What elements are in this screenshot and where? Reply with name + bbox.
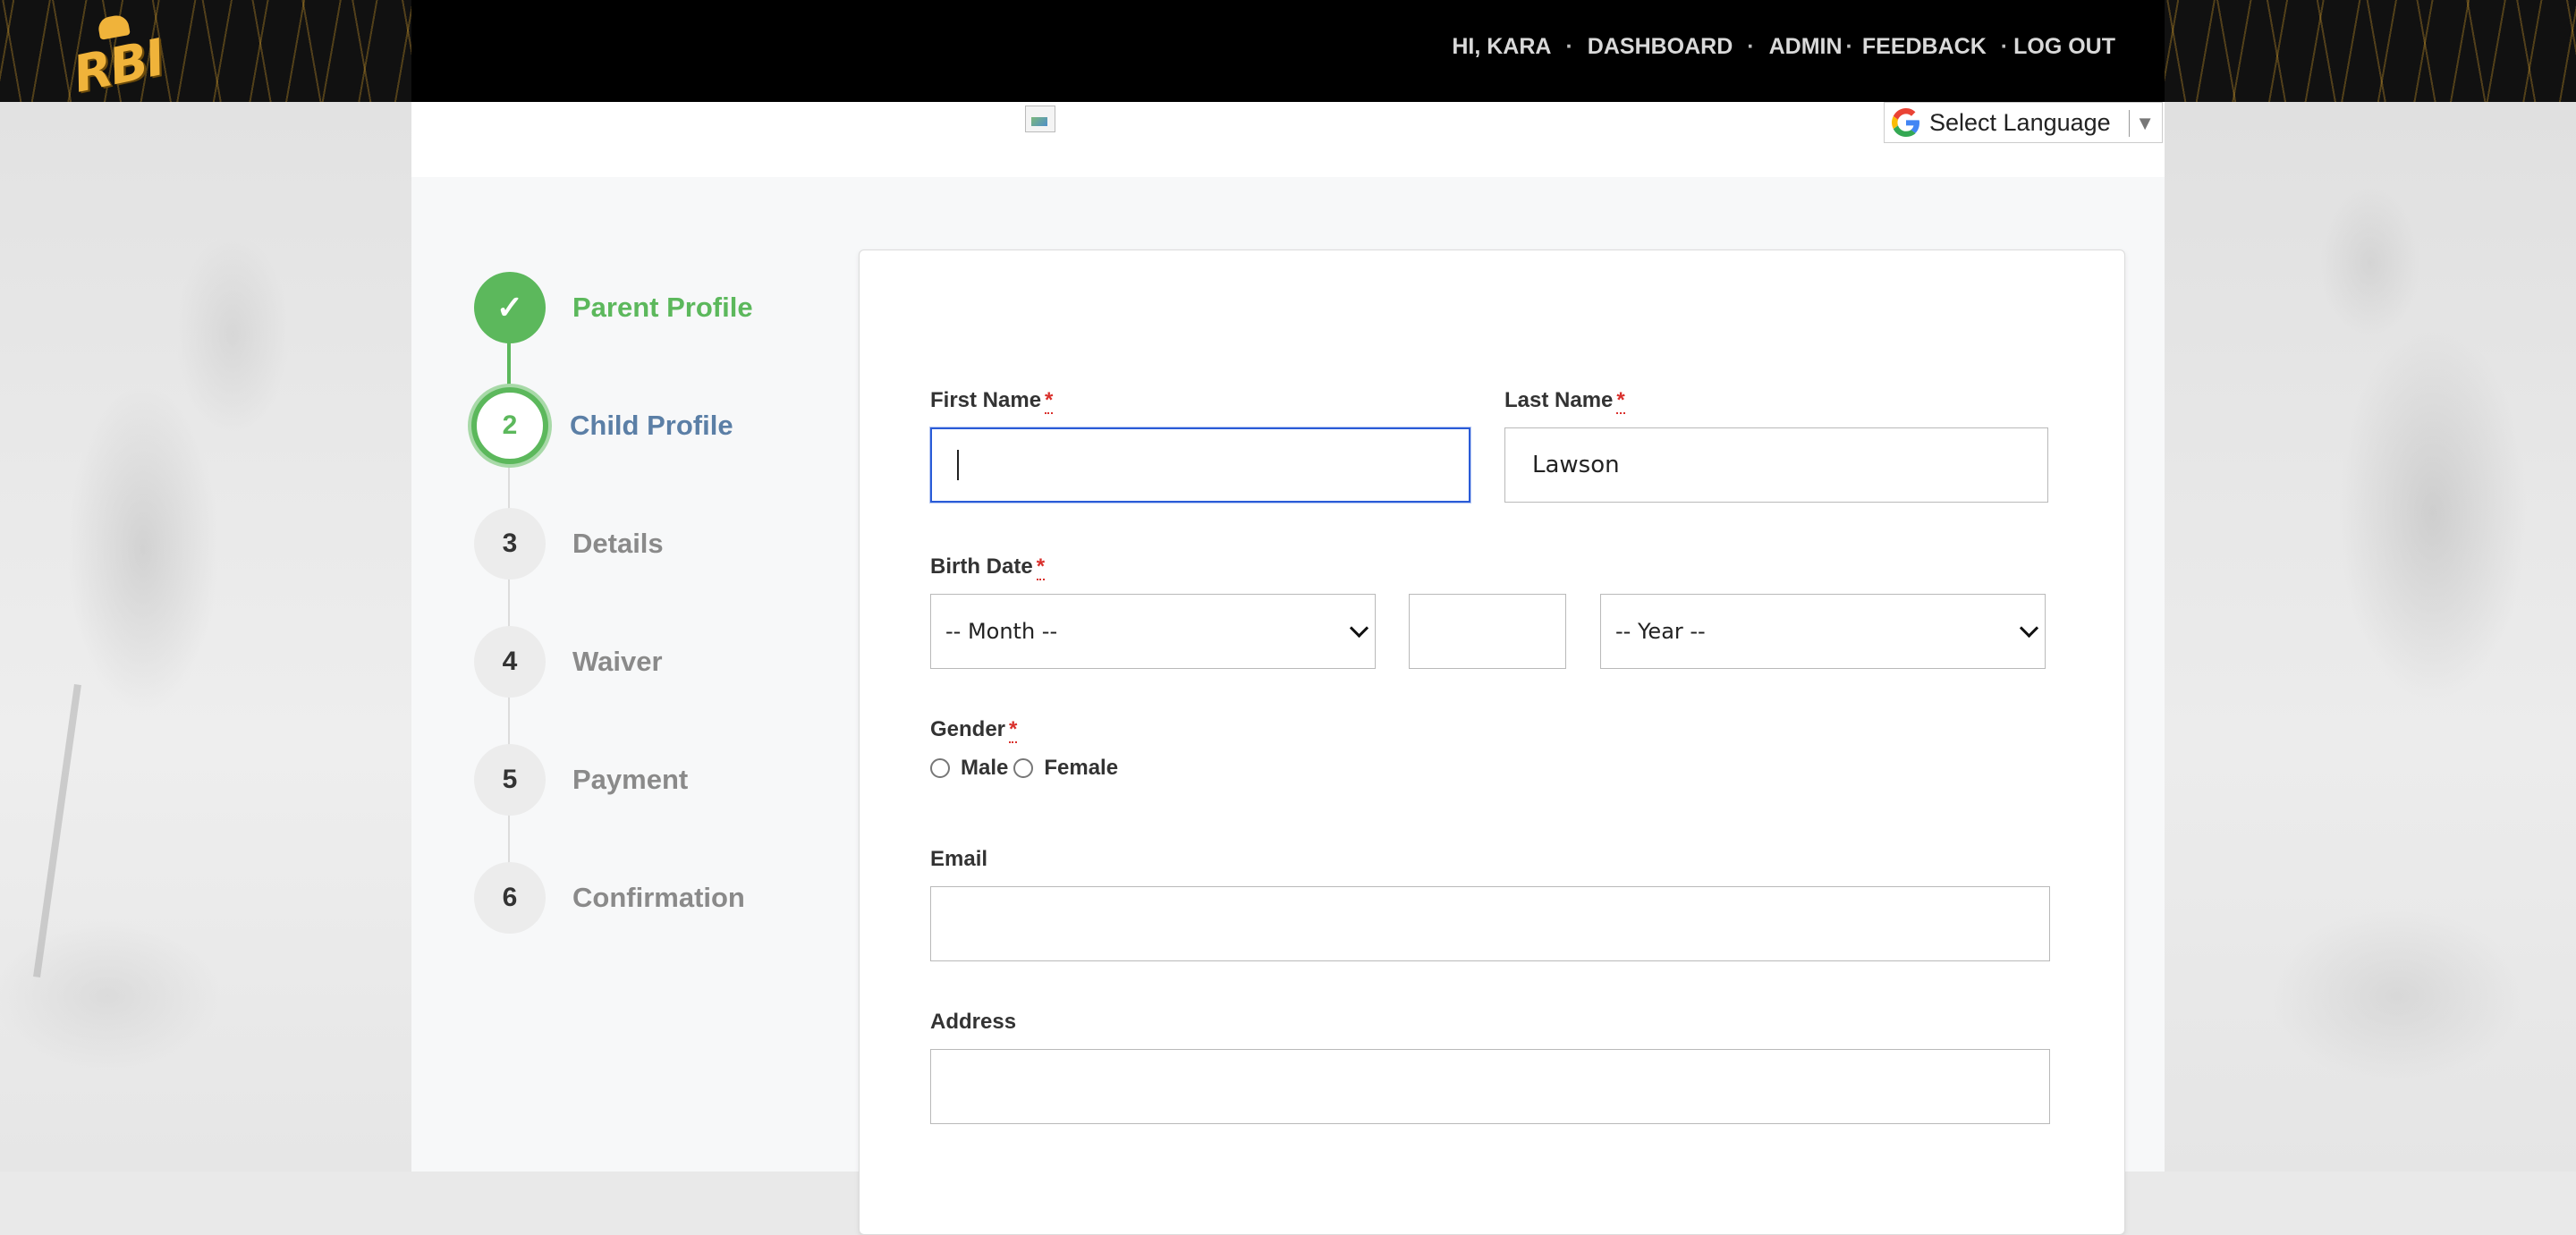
nav-separator: · xyxy=(1845,34,1853,59)
nav-separator: · xyxy=(2000,34,2009,59)
step-details[interactable]: 3 Details xyxy=(474,508,832,579)
chevron-down-icon xyxy=(1349,618,1369,639)
step-parent-profile[interactable]: ✓ Parent Profile xyxy=(474,272,832,343)
step-waiver[interactable]: 4 Waiver xyxy=(474,626,832,698)
nav-greeting[interactable]: HI, KARA xyxy=(1452,34,1551,60)
google-icon xyxy=(1890,106,1922,139)
step-number: 4 xyxy=(474,626,546,698)
language-divider xyxy=(2129,110,2130,137)
gender-female-label[interactable]: Female xyxy=(1044,756,1118,781)
step-child-profile[interactable]: 2 Child Profile xyxy=(471,387,832,464)
user-nav: HI, KARA · DASHBOARD · ADMIN · FEEDBACK … xyxy=(1452,34,2115,60)
nav-feedback-link[interactable]: FEEDBACK xyxy=(1862,34,1987,60)
gender-male-radio[interactable] xyxy=(930,758,950,778)
address-input[interactable] xyxy=(930,1049,2050,1124)
step-label: Parent Profile xyxy=(572,292,753,323)
background-bat xyxy=(33,684,81,977)
year-select-value: -- Year -- xyxy=(1615,619,1706,644)
email-input[interactable] xyxy=(930,886,2050,961)
birth-year-select[interactable]: -- Year -- xyxy=(1600,594,2046,669)
nav-separator: · xyxy=(1565,34,1573,59)
gender-label: Gender * xyxy=(930,717,1018,743)
last-name-value: Lawson xyxy=(1532,452,1620,478)
required-mark: * xyxy=(1009,717,1018,743)
dropdown-arrow-icon: ▼ xyxy=(2135,112,2155,134)
step-number: 2 xyxy=(471,387,548,464)
required-mark: * xyxy=(1036,554,1046,580)
nav-logout-link[interactable]: LOG OUT xyxy=(2013,34,2115,60)
gender-male-label[interactable]: Male xyxy=(961,756,1008,781)
background-image-right xyxy=(2165,102,2576,1172)
navbar-decoration-right xyxy=(2165,0,2576,102)
step-confirmation[interactable]: 6 Confirmation xyxy=(474,862,832,934)
background-image-left xyxy=(0,102,411,1172)
birth-date-label: Birth Date * xyxy=(930,554,1046,580)
language-selector[interactable]: Select Language ▼ xyxy=(1884,102,2163,143)
step-number: 3 xyxy=(474,508,546,579)
text-cursor xyxy=(957,450,959,480)
header-strip: Select Language ▼ xyxy=(411,102,2165,177)
chevron-down-icon xyxy=(2019,618,2039,639)
address-label: Address xyxy=(930,1010,1017,1034)
step-label: Payment xyxy=(572,764,689,795)
first-name-label: First Name * xyxy=(930,388,1054,414)
gender-female-radio[interactable] xyxy=(1013,758,1034,778)
gender-options: Male Female xyxy=(930,756,1123,781)
main-content: Select Language ▼ ✓ Parent Profile 2 Chi… xyxy=(411,102,2165,1235)
step-label: Confirmation xyxy=(572,882,745,913)
last-name-label-text: Last Name xyxy=(1504,388,1614,412)
nav-dashboard-link[interactable]: DASHBOARD xyxy=(1588,34,1733,60)
birth-day-input[interactable] xyxy=(1409,594,1566,669)
last-name-input[interactable]: Lawson xyxy=(1504,427,2048,503)
step-number: 5 xyxy=(474,744,546,816)
nav-admin-link[interactable]: ADMIN xyxy=(1769,34,1843,60)
required-mark: * xyxy=(1045,388,1054,414)
last-name-label: Last Name * xyxy=(1504,388,1625,414)
step-label: Waiver xyxy=(572,646,663,677)
nav-separator: · xyxy=(1747,34,1755,59)
required-mark: * xyxy=(1616,388,1625,414)
email-label: Email xyxy=(930,847,988,871)
step-payment[interactable]: 5 Payment xyxy=(474,744,832,816)
first-name-label-text: First Name xyxy=(930,388,1042,412)
birth-month-select[interactable]: -- Month -- xyxy=(930,594,1376,669)
first-name-input[interactable] xyxy=(930,427,1470,503)
navbar-decoration-left xyxy=(0,0,411,102)
checkmark-icon: ✓ xyxy=(474,272,546,343)
broken-image-icon xyxy=(1025,106,1055,132)
top-navbar: RBI HI, KARA · DASHBOARD · ADMIN · FEEDB… xyxy=(0,0,2576,105)
language-label: Select Language xyxy=(1929,108,2111,136)
step-label: Child Profile xyxy=(570,410,733,441)
birth-date-label-text: Birth Date xyxy=(930,554,1033,579)
gender-label-text: Gender xyxy=(930,717,1006,741)
step-number: 6 xyxy=(474,862,546,934)
step-label: Details xyxy=(572,528,664,559)
month-select-value: -- Month -- xyxy=(945,619,1058,644)
child-profile-form: First Name * Last Name * Lawson Birth Date… xyxy=(859,250,2125,1235)
